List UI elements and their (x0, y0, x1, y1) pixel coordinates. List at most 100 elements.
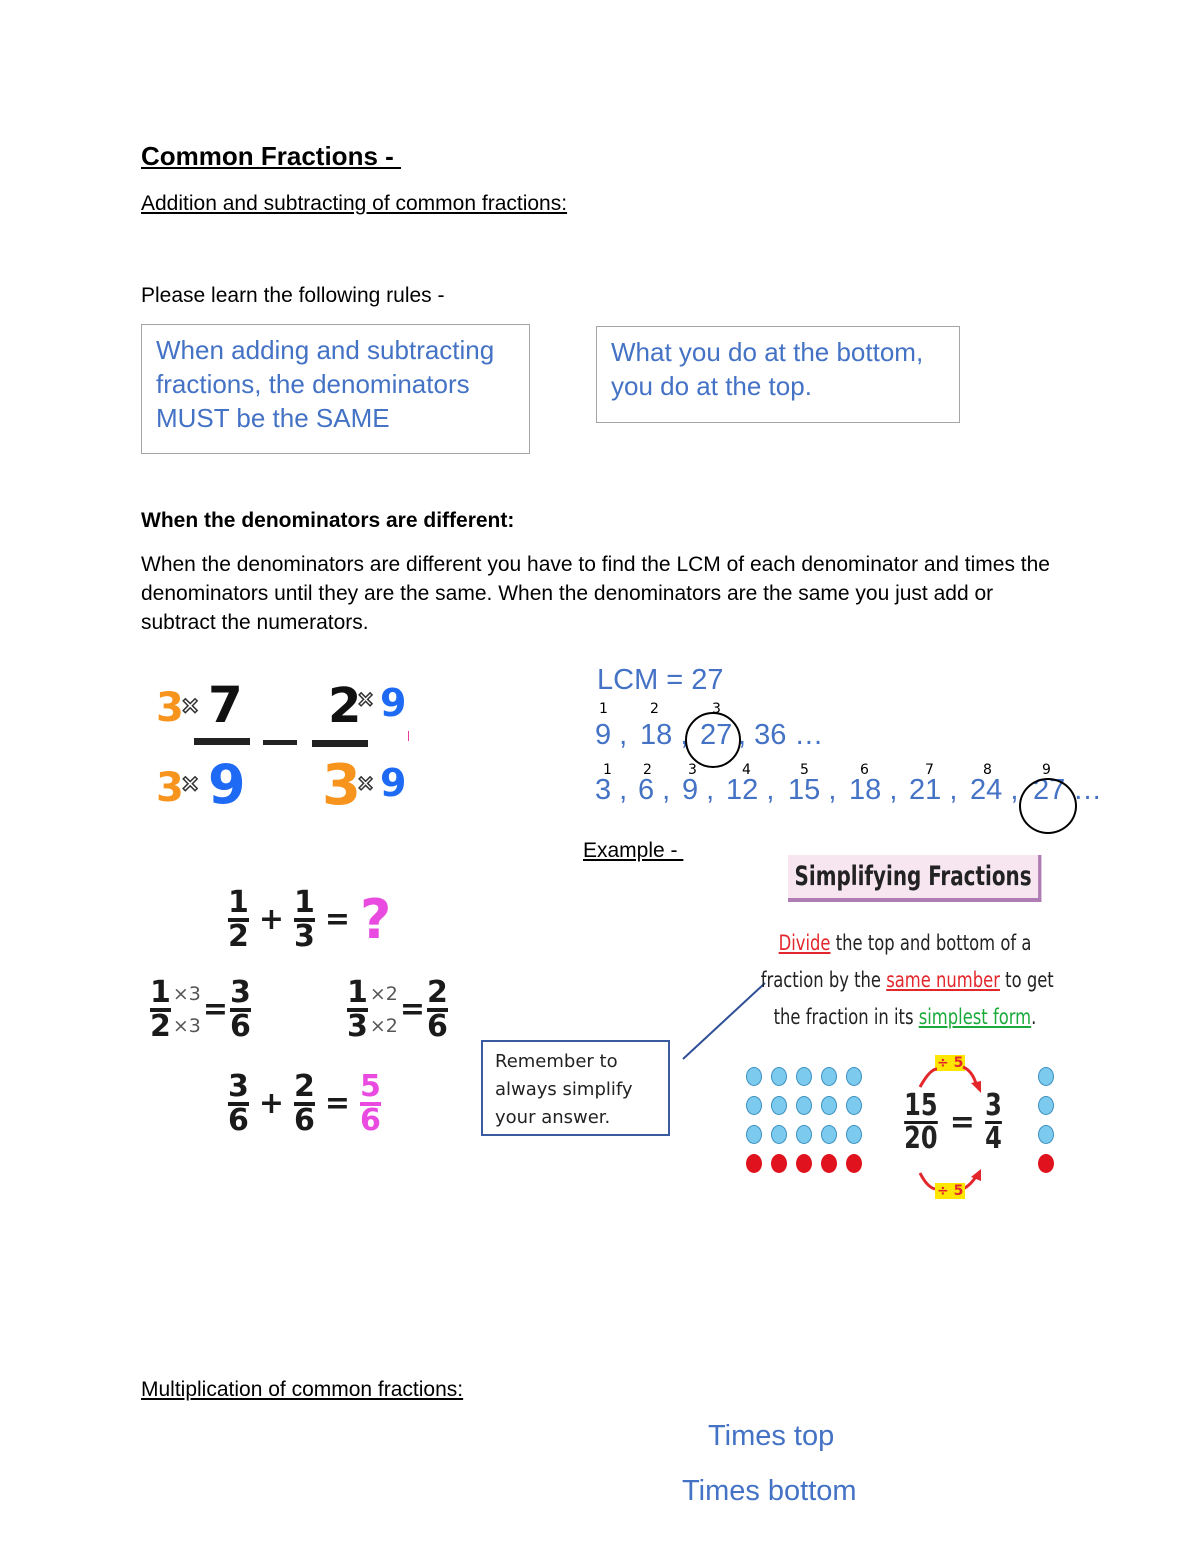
right-denominator: 3 (322, 753, 361, 818)
text: fraction by the (760, 968, 887, 992)
shaded-dot (796, 1154, 812, 1173)
seq3-ellipsis: … (1073, 774, 1102, 806)
simplify-reminder-callout: Remember to always simplify your answer. (481, 1040, 670, 1136)
fraction: 1 2 (228, 888, 249, 952)
numerator: 5 (360, 1069, 381, 1104)
shaded-dot (771, 1154, 787, 1173)
denominator: 3 (294, 919, 315, 954)
seq3-value: 6 , (638, 774, 671, 806)
left-denominator: 9 (208, 753, 246, 816)
seq9-value: 9 , (595, 719, 628, 751)
right-bottom-multiplier: 9 (380, 761, 407, 805)
unshaded-dot (846, 1125, 862, 1144)
section-heading-addition: Addition and subtracting of common fract… (141, 192, 568, 215)
denominator: 6 (360, 1103, 381, 1138)
text: . (1031, 1005, 1037, 1029)
left-bottom-multiplier: 3 (156, 765, 184, 811)
addition-example-image: 1 2 + 1 3 = ? 12 ×3 ×3 = 36 13 ×2 ×2 = 26 … (140, 880, 470, 1150)
equals-sign: = (202, 992, 229, 1027)
unshaded-dot (846, 1067, 862, 1086)
highlight-simplest-form: simplest form (918, 1005, 1032, 1029)
multiplier: ×3 (172, 1015, 201, 1037)
equals-sign: = (949, 1104, 975, 1140)
denominator: 2 (150, 1009, 171, 1044)
highlight-same-number: same number (886, 968, 1000, 992)
lcm-label: LCM = 27 (597, 664, 724, 696)
left-numerator: 7 (208, 676, 243, 734)
seq3-value: 24 , (970, 774, 1019, 806)
seq9-index: 1 (599, 701, 608, 717)
unshaded-dot (1038, 1067, 1054, 1086)
seq3-value: 21 , (909, 774, 958, 806)
dot-grid-left (746, 1067, 866, 1177)
unshaded-dot (746, 1067, 762, 1086)
subtraction-example-image: 3 × 7 3 × 9 2 × 9 3 × 9 (150, 670, 420, 820)
seq9-value: 18 , (640, 719, 689, 751)
denominator: 3 (347, 1009, 368, 1044)
unknown-result: ? (360, 888, 392, 951)
right-top-multiplier: 9 (380, 681, 407, 725)
seq9-index: 2 (650, 701, 659, 717)
equals-sign: = (324, 1086, 351, 1121)
rule-box-bottom-top: What you do at the bottom, you do at the… (596, 326, 960, 423)
unshaded-dot (796, 1125, 812, 1144)
times-icon: × (357, 767, 374, 799)
denominator: 6 (228, 1103, 249, 1138)
shaded-dot (846, 1154, 862, 1173)
section-heading-different: When the denominators are different: (141, 509, 515, 532)
simplifying-line: the fraction in its simplest form. (761, 999, 1050, 1036)
plus-sign: + (258, 1086, 285, 1121)
dot-grid-right (1038, 1067, 1058, 1177)
plus-sign: + (258, 902, 285, 937)
simplifying-line: fraction by the same number to get (760, 962, 1054, 999)
example-label: Example - (583, 839, 684, 862)
numerator: 3 (230, 975, 251, 1010)
unshaded-dot (746, 1096, 762, 1115)
unshaded-dot (796, 1067, 812, 1086)
rule-box-same-denominators: When adding and subtracting fractions, t… (141, 324, 530, 454)
unshaded-dot (846, 1096, 862, 1115)
seq3-value: 12 , (726, 774, 775, 806)
right-numerator: 2 (328, 678, 362, 734)
right-fraction-bar (312, 740, 368, 747)
seq3-value: 15 , (788, 774, 837, 806)
seq3-value: 3 , (595, 774, 628, 806)
numerator: 3 (984, 1088, 1002, 1123)
left-top-multiplier: 3 (156, 685, 184, 731)
shaded-dot (746, 1154, 762, 1173)
unshaded-dot (746, 1125, 762, 1144)
text: the top and bottom of a (830, 931, 1032, 955)
seq3-value: 18 , (849, 774, 898, 806)
different-explanation: When the denominators are different you … (141, 553, 1050, 634)
numerator: 2 (427, 975, 448, 1010)
numerator: 1 (347, 975, 368, 1010)
numerator: 1 (150, 975, 171, 1010)
simplifying-title: Simplifying Fractions (788, 855, 1042, 902)
numerator: 1 (228, 885, 249, 920)
numerator: 15 (904, 1088, 938, 1123)
unshaded-dot (1038, 1096, 1054, 1115)
simplifying-fractions-image: Simplifying Fractions Divide the top and… (740, 845, 1070, 1205)
numerator: 1 (294, 885, 315, 920)
equals-sign: = (399, 992, 426, 1027)
page-title: Common Fractions - (141, 141, 402, 171)
highlight-divide: Divide (778, 931, 831, 955)
fraction: 1 3 (294, 888, 315, 952)
denominator: 6 (427, 1009, 448, 1044)
times-icon: × (181, 689, 199, 722)
numerator: 3 (228, 1069, 249, 1104)
times-icon: × (181, 767, 199, 800)
multiplier: ×2 (369, 1015, 398, 1037)
multiplication-rule-bottom: Times bottom (682, 1475, 857, 1507)
section-heading-multiplication: Multiplication of common fractions: (141, 1378, 464, 1401)
shaded-dot (821, 1154, 837, 1173)
unshaded-dot (1038, 1125, 1054, 1144)
numerator: 2 (294, 1069, 315, 1104)
unshaded-dot (771, 1067, 787, 1086)
equals-sign: = (324, 902, 351, 937)
unshaded-dot (771, 1096, 787, 1115)
unshaded-dot (821, 1067, 837, 1086)
divide-by-tag: ÷ 5 (935, 1183, 966, 1199)
shaded-dot (1038, 1154, 1054, 1173)
text: the fraction in its (773, 1005, 919, 1029)
